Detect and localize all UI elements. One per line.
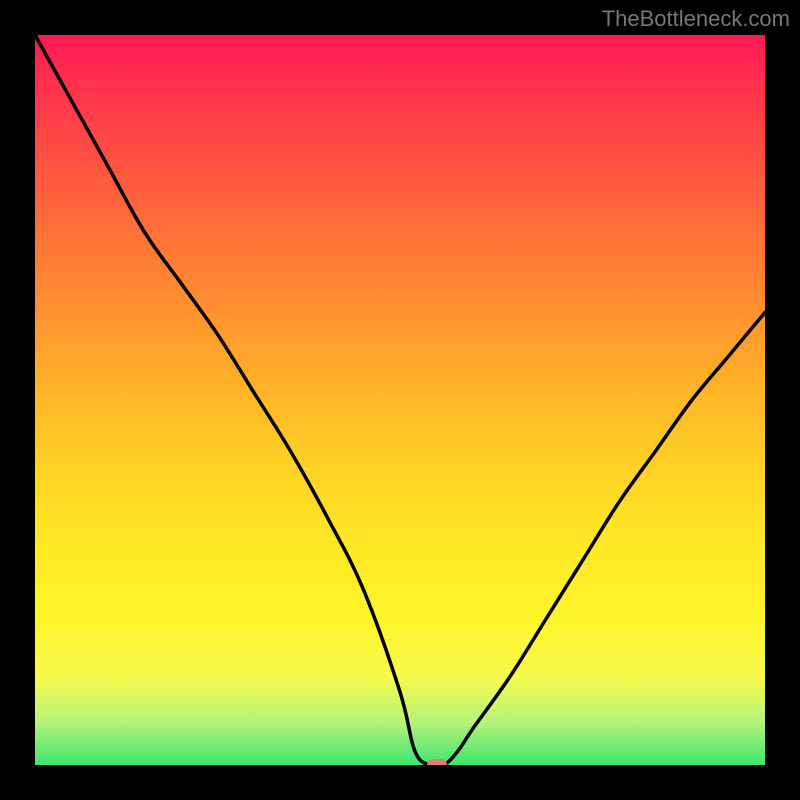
- watermark-label: TheBottleneck.com: [602, 6, 790, 32]
- chart-frame: TheBottleneck.com: [0, 0, 800, 800]
- bottleneck-curve: [35, 35, 765, 765]
- plot-area: [35, 35, 765, 765]
- optimum-marker-icon: [427, 759, 447, 765]
